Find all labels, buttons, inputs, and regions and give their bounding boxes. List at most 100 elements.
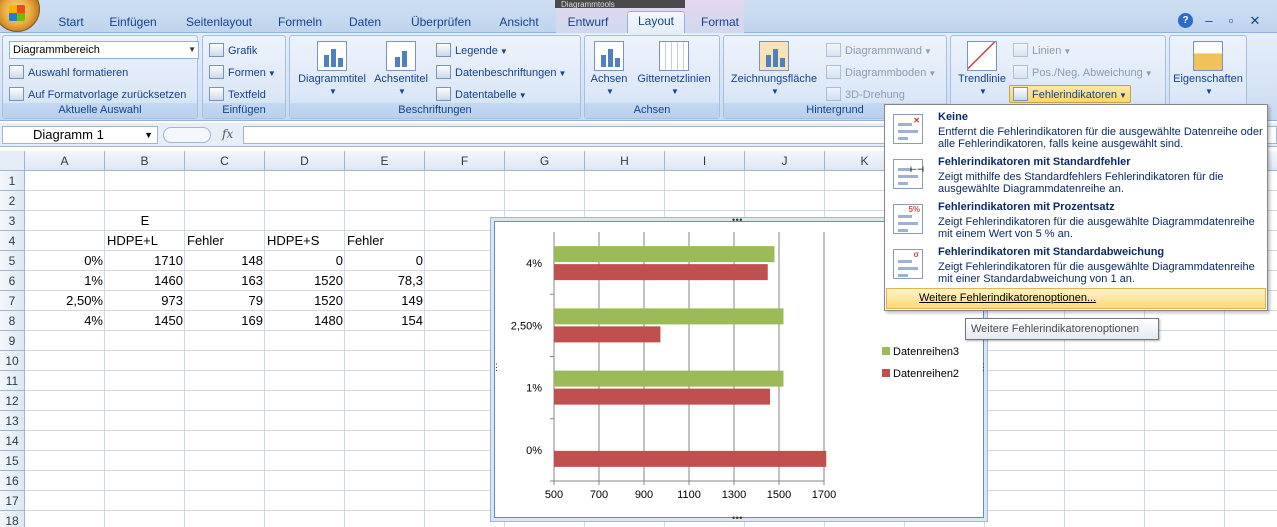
- updown-bars-button[interactable]: Pos./Neg. Abweichung ▼: [1013, 65, 1153, 79]
- chart-wall-button[interactable]: Diagrammwand ▼: [826, 43, 932, 57]
- row-header-15[interactable]: 15: [0, 451, 25, 471]
- column-header-a[interactable]: A: [25, 151, 105, 171]
- reset-style-button[interactable]: Auf Formatvorlage zurücksetzen: [9, 87, 186, 101]
- row-header-11[interactable]: 11: [0, 371, 25, 391]
- select-all-corner[interactable]: [0, 151, 25, 171]
- chart-element-selector[interactable]: Diagrammbereich ▼: [9, 41, 199, 59]
- tab-ueberpruefen[interactable]: Überprüfen: [405, 13, 477, 33]
- axes-button[interactable]: Achsen ▼: [587, 41, 631, 97]
- row-header-18[interactable]: 18: [0, 511, 25, 527]
- cell-b7[interactable]: 973: [105, 291, 185, 311]
- cell-c7[interactable]: 79: [185, 291, 265, 311]
- help-icon[interactable]: ?: [1178, 13, 1193, 28]
- cell-e5[interactable]: 0: [345, 251, 425, 271]
- column-header-c[interactable]: C: [185, 151, 265, 171]
- column-header-j[interactable]: J: [745, 151, 825, 171]
- row-header-1[interactable]: 1: [0, 171, 25, 191]
- row-header-14[interactable]: 14: [0, 431, 25, 451]
- cell-e8[interactable]: 154: [345, 311, 425, 331]
- row-header-7[interactable]: 7: [0, 291, 25, 311]
- cell-b5[interactable]: 1710: [105, 251, 185, 271]
- row-header-4[interactable]: 4: [0, 231, 25, 251]
- data-labels-button[interactable]: Datenbeschriftungen ▼: [436, 65, 566, 79]
- menu-item-none[interactable]: ✕ Keine Entfernt die Fehlerindikatoren f…: [886, 107, 1266, 152]
- row-header-9[interactable]: 9: [0, 331, 25, 351]
- plot-area-button[interactable]: Zeichnungsfläche ▼: [726, 41, 822, 97]
- cell-c8[interactable]: 169: [185, 311, 265, 331]
- rotation-3d-button[interactable]: 3D-Drehung: [826, 87, 905, 101]
- resize-handle-top[interactable]: • • •: [732, 215, 743, 225]
- properties-button[interactable]: Eigenschaften ▼: [1170, 41, 1246, 97]
- tab-daten[interactable]: Daten: [344, 13, 386, 33]
- chart-floor-button[interactable]: Diagrammboden ▼: [826, 65, 936, 79]
- resize-handle-left[interactable]: ⋮: [492, 362, 501, 373]
- legend-button[interactable]: Legende ▼: [436, 43, 508, 57]
- shapes-button[interactable]: Formen ▼: [209, 65, 276, 79]
- column-header-d[interactable]: D: [265, 151, 345, 171]
- formula-bar-splitter[interactable]: [163, 127, 211, 143]
- resize-handle-right[interactable]: ⋮: [979, 362, 988, 373]
- tab-format[interactable]: Format: [695, 13, 745, 33]
- resize-handle-bottom[interactable]: • • •: [732, 513, 743, 523]
- axis-titles-button[interactable]: Achsentitel ▼: [370, 41, 432, 97]
- column-header-e[interactable]: E: [345, 151, 425, 171]
- chart-title-button[interactable]: Diagrammtitel ▼: [294, 41, 370, 97]
- column-header-f[interactable]: F: [425, 151, 505, 171]
- textbox-button[interactable]: Textfeld: [209, 87, 266, 101]
- row-header-12[interactable]: 12: [0, 391, 25, 411]
- picture-button[interactable]: Grafik: [209, 43, 257, 57]
- column-header-i[interactable]: I: [665, 151, 745, 171]
- tab-einfuegen[interactable]: Einfügen: [104, 13, 162, 33]
- more-error-bar-options[interactable]: Weitere Fehlerindikatorenoptionen...: [886, 288, 1266, 309]
- office-button-icon[interactable]: [0, 0, 40, 32]
- row-header-2[interactable]: 2: [0, 191, 25, 211]
- cell-a5[interactable]: 0%: [25, 251, 105, 271]
- cell-e7[interactable]: 149: [345, 291, 425, 311]
- column-header-g[interactable]: G: [505, 151, 585, 171]
- lines-button[interactable]: Linien ▼: [1013, 43, 1071, 57]
- cell-d7[interactable]: 1520: [265, 291, 345, 311]
- cell-d8[interactable]: 1480: [265, 311, 345, 331]
- cell-d5[interactable]: 0: [265, 251, 345, 271]
- row-header-3[interactable]: 3: [0, 211, 25, 231]
- cell-a7[interactable]: 2,50%: [25, 291, 105, 311]
- trendline-button[interactable]: Trendlinie ▼: [953, 41, 1011, 97]
- column-header-h[interactable]: H: [585, 151, 665, 171]
- fx-icon[interactable]: fx: [222, 127, 233, 141]
- cell-a8[interactable]: 4%: [25, 311, 105, 331]
- error-bars-button[interactable]: Fehlerindikatoren ▼: [1009, 85, 1131, 103]
- menu-item-standard-deviation[interactable]: σ Fehlerindikatoren mit Standardabweichu…: [886, 242, 1266, 287]
- menu-item-percentage[interactable]: 5% Fehlerindikatoren mit Prozentsatz Zei…: [886, 197, 1266, 242]
- cell-e6[interactable]: 78,3: [345, 271, 425, 291]
- row-header-10[interactable]: 10: [0, 351, 25, 371]
- cell-b3[interactable]: E: [105, 211, 185, 231]
- row-header-17[interactable]: 17: [0, 491, 25, 511]
- tab-entwurf[interactable]: Entwurf: [562, 13, 614, 33]
- menu-item-standard-error[interactable]: ⊢⊣ Fehlerindikatoren mit Standardfehler …: [886, 152, 1266, 197]
- minimize-icon[interactable]: –: [1200, 13, 1218, 29]
- cell-c5[interactable]: 148: [185, 251, 265, 271]
- cell-c4[interactable]: Fehler: [185, 231, 265, 251]
- tab-layout[interactable]: Layout: [627, 11, 685, 34]
- row-header-6[interactable]: 6: [0, 271, 25, 291]
- cell-b4[interactable]: HDPE+L: [105, 231, 185, 251]
- data-table-button[interactable]: Datentabelle ▼: [436, 87, 527, 101]
- tab-seitenlayout[interactable]: Seitenlayout: [182, 13, 256, 33]
- tab-ansicht[interactable]: Ansicht: [494, 13, 544, 33]
- cell-a6[interactable]: 1%: [25, 271, 105, 291]
- row-header-16[interactable]: 16: [0, 471, 25, 491]
- restore-icon[interactable]: ▫: [1222, 13, 1240, 29]
- cell-b8[interactable]: 1450: [105, 311, 185, 331]
- column-header-b[interactable]: B: [105, 151, 185, 171]
- close-icon[interactable]: ✕: [1246, 13, 1264, 29]
- cell-b6[interactable]: 1460: [105, 271, 185, 291]
- format-selection-button[interactable]: Auswahl formatieren: [9, 65, 128, 79]
- name-box[interactable]: Diagramm 1 ▼: [2, 126, 158, 144]
- cell-d6[interactable]: 1520: [265, 271, 345, 291]
- row-header-5[interactable]: 5: [0, 251, 25, 271]
- tab-start[interactable]: Start: [52, 13, 90, 33]
- row-header-13[interactable]: 13: [0, 411, 25, 431]
- cell-e4[interactable]: Fehler: [345, 231, 425, 251]
- cell-d4[interactable]: HDPE+S: [265, 231, 345, 251]
- row-header-8[interactable]: 8: [0, 311, 25, 331]
